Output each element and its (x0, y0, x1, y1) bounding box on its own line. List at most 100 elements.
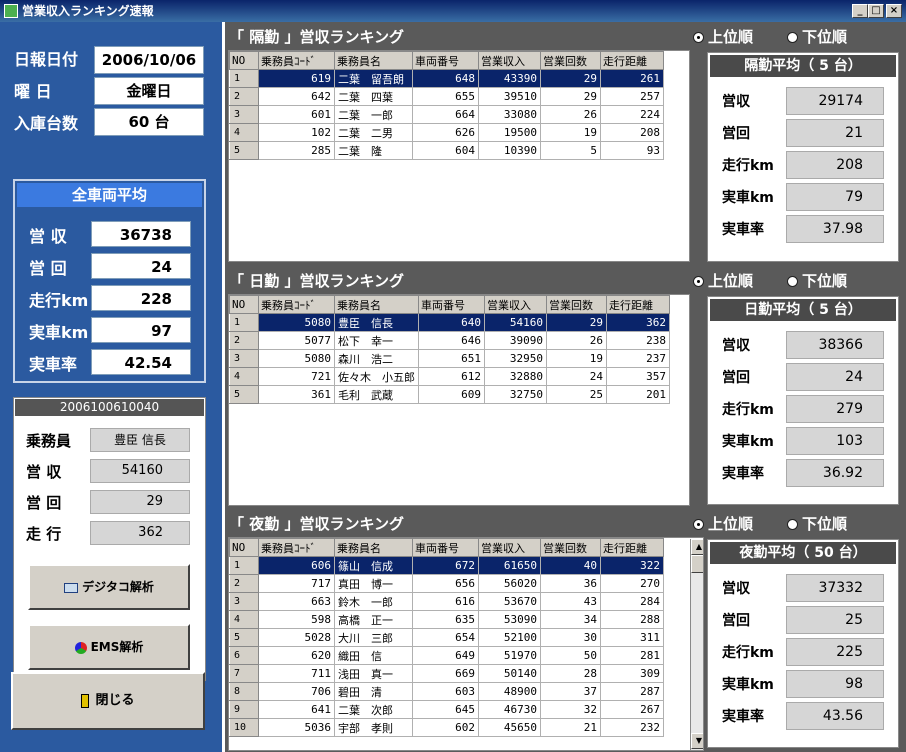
table-cell: 宇部 孝則 (334, 718, 413, 737)
radio-bottom-label: 下位順 (802, 272, 848, 290)
column-header[interactable]: 乗務員名 (334, 51, 413, 70)
table-cell: 32950 (484, 349, 547, 368)
scroll-up-arrow[interactable]: ▲ (691, 539, 703, 555)
column-header[interactable]: 走行距離 (600, 538, 664, 557)
column-header[interactable]: 走行距離 (606, 295, 670, 314)
column-header[interactable]: 営業収入 (478, 51, 541, 70)
radio-top-order[interactable]: 上位順 (693, 24, 754, 50)
ranking-section: 「 日勤 」営収ランキング 上位順 下位順 NO 乗務員ｺｰﾄﾞ 乗務員名 車両番号 営業収入… (225, 266, 906, 509)
table-cell: 40 (540, 556, 601, 575)
table-cell: 36 (540, 574, 601, 593)
column-header[interactable]: 車両番号 (418, 295, 485, 314)
column-header[interactable]: 乗務員ｺｰﾄﾞ (258, 538, 335, 557)
table-row[interactable]: 10 5036 宇部 孝則 602 45650 21 232 (229, 718, 664, 737)
table-row[interactable]: 9 641 二葉 次郎 645 46730 32 267 (229, 700, 664, 719)
column-header[interactable]: 営業回数 (540, 51, 601, 70)
column-header[interactable]: 車両番号 (412, 51, 479, 70)
table-row[interactable]: 3 601 二葉 一郎 664 33080 26 224 (229, 105, 664, 124)
all-average-label[interactable]: 実車km (29, 319, 88, 343)
column-header[interactable]: 車両番号 (412, 538, 479, 557)
section-average-label: 実車km (722, 190, 774, 206)
table-cell: 201 (606, 385, 670, 404)
radio-unselected-icon (787, 276, 798, 287)
table-cell: 641 (258, 700, 335, 719)
column-header[interactable]: 乗務員ｺｰﾄﾞ (258, 51, 335, 70)
column-header[interactable]: NO (229, 51, 259, 70)
table-cell: 10 (229, 718, 259, 737)
table-cell: 102 (258, 123, 335, 142)
ranking-table: NO 乗務員ｺｰﾄﾞ 乗務員名 車両番号 営業収入 営業回数 走行距離 1 5080 豊臣 信長 6… (228, 294, 690, 506)
table-cell: 601 (258, 105, 335, 124)
column-header[interactable]: NO (229, 295, 259, 314)
date-value: 2006/10/06 (94, 46, 204, 74)
table-row[interactable]: 6 620 織田 信 649 51970 50 281 (229, 646, 664, 665)
table-cell: 48900 (478, 682, 541, 701)
radio-top-order[interactable]: 上位順 (693, 268, 754, 294)
column-header[interactable]: 営業回数 (546, 295, 607, 314)
all-average-label[interactable]: 実車率 (29, 351, 77, 375)
table-row[interactable]: 8 706 碧田 清 603 48900 37 287 (229, 682, 664, 701)
vertical-scrollbar[interactable]: ▲ ▼ (690, 539, 703, 750)
maximize-button[interactable]: □ (868, 4, 884, 18)
section-average-value: 43.56 (786, 702, 884, 730)
table-row[interactable]: 2 642 二葉 四葉 655 39510 29 257 (229, 87, 664, 106)
column-header[interactable]: 走行距離 (600, 51, 664, 70)
radio-bottom-label: 下位順 (802, 515, 848, 533)
table-row[interactable]: 2 717 真田 博一 656 56020 36 270 (229, 574, 664, 593)
table-cell: 357 (606, 367, 670, 386)
all-average-label[interactable]: 走行km (29, 287, 88, 311)
ems-analysis-button[interactable]: EMS解析 (28, 624, 190, 670)
radio-bottom-order[interactable]: 下位順 (787, 24, 848, 50)
table-cell: 322 (600, 556, 664, 575)
radio-top-order[interactable]: 上位順 (693, 511, 754, 537)
table-row[interactable]: 3 5080 森川 浩二 651 32950 19 237 (229, 349, 670, 368)
all-average-label[interactable]: 営 収 (29, 223, 67, 247)
table-cell: 28 (540, 664, 601, 683)
table-cell: 4 (229, 123, 259, 142)
all-average-label[interactable]: 営 回 (29, 255, 67, 279)
weekday-label: 曜 日 (14, 82, 52, 101)
close-button[interactable]: 閉じる (11, 672, 205, 730)
column-header[interactable]: NO (229, 538, 259, 557)
column-header[interactable]: 乗務員名 (334, 295, 419, 314)
table-row[interactable]: 5 285 二葉 隆 604 10390 5 93 (229, 141, 664, 160)
window-title: 営業収入ランキング速報 (22, 4, 154, 18)
radio-selected-icon (693, 519, 704, 530)
close-window-button[interactable]: × (886, 4, 902, 18)
table-row[interactable]: 4 102 二葉 二男 626 19500 19 208 (229, 123, 664, 142)
ranking-grid: NO 乗務員ｺｰﾄﾞ 乗務員名 車両番号 営業収入 営業回数 走行距離 1 5080 豊臣 信長 6… (229, 295, 670, 404)
driver-field-label: 走 行 (26, 525, 62, 543)
table-row[interactable]: 2 5077 松下 幸一 646 39090 26 238 (229, 331, 670, 350)
table-row[interactable]: 1 619 二葉 留吾朗 648 43390 29 261 (229, 69, 664, 88)
column-header[interactable]: 営業収入 (484, 295, 547, 314)
table-cell: 5036 (258, 718, 335, 737)
digitaco-analysis-button[interactable]: デジタコ解析 (28, 564, 190, 610)
table-row[interactable]: 5 5028 大川 三郎 654 52100 30 311 (229, 628, 664, 647)
scroll-thumb[interactable] (691, 555, 703, 573)
section-average-label: 走行km (722, 158, 774, 174)
table-row[interactable]: 1 606 篠山 信成 672 61650 40 322 (229, 556, 664, 575)
table-row[interactable]: 4 598 高橋 正一 635 53090 34 288 (229, 610, 664, 629)
scroll-down-arrow[interactable]: ▼ (691, 733, 703, 749)
column-header[interactable]: 乗務員名 (334, 538, 413, 557)
table-row[interactable]: 5 361 毛利 武蔵 609 32750 25 201 (229, 385, 670, 404)
ems-icon (74, 641, 87, 654)
table-row[interactable]: 4 721 佐々木 小五郎 612 32880 24 357 (229, 367, 670, 386)
driver-field-value: 54160 (90, 459, 190, 483)
table-row[interactable]: 1 5080 豊臣 信長 640 54160 29 362 (229, 313, 670, 332)
radio-bottom-order[interactable]: 下位順 (787, 268, 848, 294)
table-cell: 二葉 二男 (334, 123, 413, 142)
column-header[interactable]: 営業回数 (540, 538, 601, 557)
radio-bottom-order[interactable]: 下位順 (787, 511, 848, 537)
minimize-button[interactable]: _ (852, 4, 868, 18)
table-row[interactable]: 7 711 浅田 真一 669 50140 28 309 (229, 664, 664, 683)
table-cell: 24 (546, 367, 607, 386)
table-cell: 大川 三郎 (334, 628, 413, 647)
section-average-value: 37.98 (786, 215, 884, 243)
table-cell: 50140 (478, 664, 541, 683)
table-cell: 606 (258, 556, 335, 575)
table-row[interactable]: 3 663 鈴木 一郎 616 53670 43 284 (229, 592, 664, 611)
column-header[interactable]: 乗務員ｺｰﾄﾞ (258, 295, 335, 314)
count-value: 60 台 (94, 108, 204, 136)
column-header[interactable]: 営業収入 (478, 538, 541, 557)
